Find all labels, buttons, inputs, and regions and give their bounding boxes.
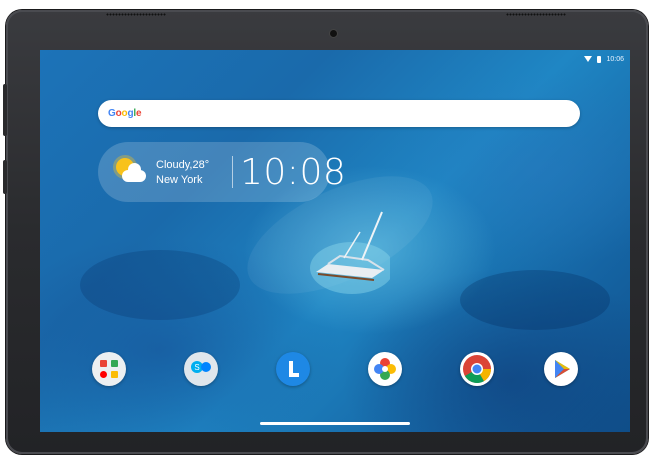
partly-cloudy-icon: [110, 152, 150, 192]
google-logo: Google: [108, 108, 142, 119]
wallpaper-shadow: [460, 270, 610, 330]
google-apps-folder-icon[interactable]: [92, 352, 126, 386]
status-bar: 10:06: [584, 53, 624, 65]
skype-messenger-folder-icon[interactable]: S: [184, 352, 218, 386]
status-time: 10:06: [606, 55, 624, 63]
wallpaper-shadow: [80, 250, 240, 320]
home-gesture-bar[interactable]: [260, 422, 410, 425]
power-button[interactable]: [3, 160, 7, 194]
tablet-device: 10:06 Google Cloudy,28° New York 10:08 S: [3, 10, 648, 454]
home-screen[interactable]: 10:06 Google Cloudy,28° New York 10:08 S: [40, 50, 630, 432]
svg-text:S: S: [194, 363, 199, 372]
google-logo-letter: G: [108, 108, 116, 119]
weather-clock-widget[interactable]: Cloudy,28° New York 10:08: [98, 142, 346, 202]
play-store-icon[interactable]: [544, 352, 578, 386]
speaker-grille-left: [106, 13, 166, 16]
speaker-grille-right: [506, 13, 566, 16]
volume-button[interactable]: [3, 84, 7, 136]
lenovo-launcher-icon[interactable]: [276, 352, 310, 386]
app-dock: S: [40, 350, 630, 390]
chrome-icon[interactable]: [460, 352, 494, 386]
weather-condition: Cloudy,28°: [156, 159, 210, 171]
weather-info: Cloudy,28° New York: [156, 158, 209, 188]
widget-divider: [232, 156, 233, 188]
weather-city: New York: [156, 174, 203, 186]
clock-time[interactable]: 10:08: [240, 152, 346, 193]
google-search-bar[interactable]: Google: [98, 100, 580, 127]
boat-wallpaper-illustration: [310, 211, 390, 294]
cloud-shape: [122, 163, 146, 182]
photos-icon[interactable]: [368, 352, 402, 386]
battery-icon: [597, 55, 602, 63]
google-logo-letter: e: [135, 108, 142, 119]
front-camera: [330, 30, 337, 37]
wifi-icon: [584, 56, 593, 62]
